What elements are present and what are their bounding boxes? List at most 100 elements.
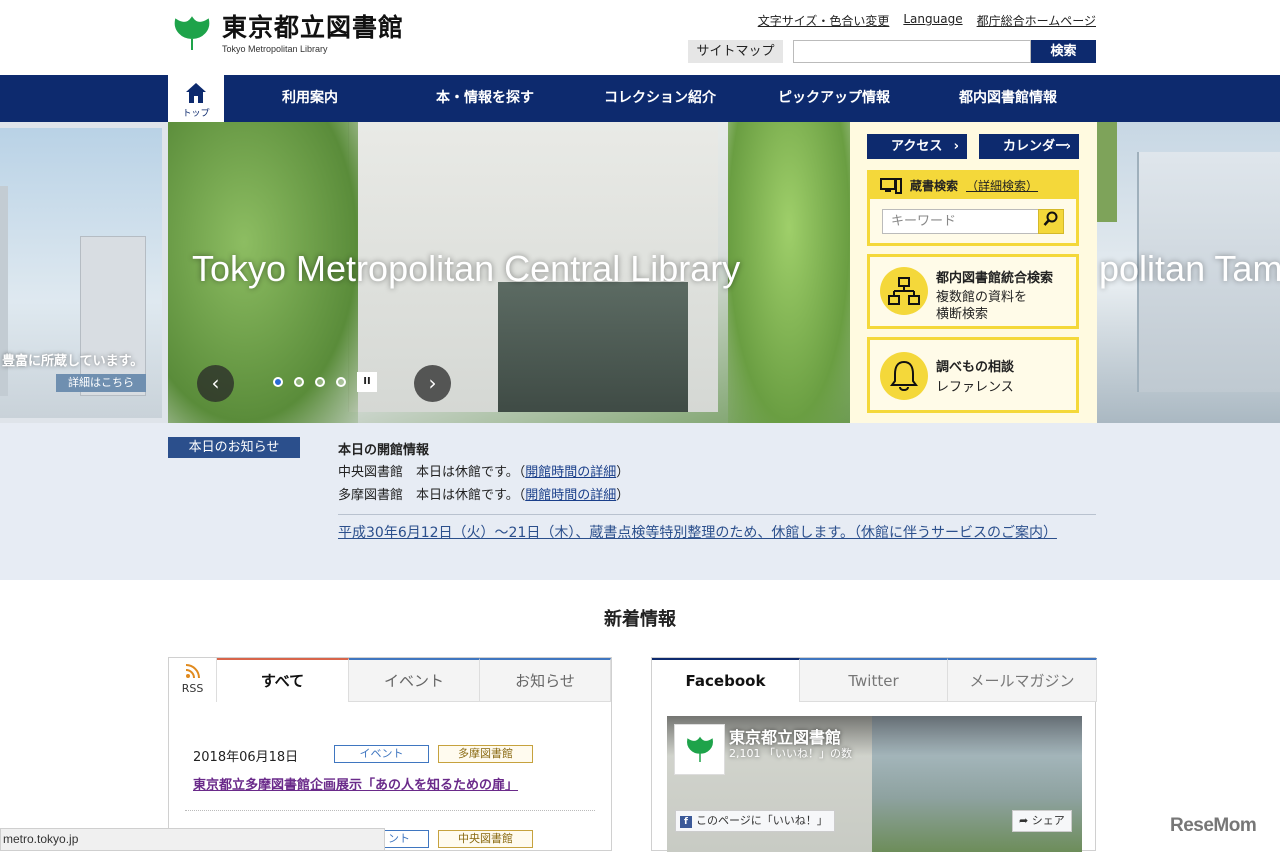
language-link[interactable]: Language [903,12,962,29]
tab-twitter[interactable]: Twitter [800,658,948,702]
logo-title: 東京都立図書館 [222,13,405,42]
library-tag: 中央図書館 [438,830,533,848]
rss-icon [185,664,200,679]
slide-title: Tokyo Metropolitan Central Library [192,248,741,289]
calendar-label: カレンダー [1003,139,1069,154]
social-panel: Facebook Twitter メールマガジン 東京都立図書館 2,101 「… [651,657,1097,852]
carousel-dot-3[interactable] [315,377,325,387]
reference-subtitle: レファレンス [936,380,1014,395]
news-tabs: RSS すべて イベント お知らせ [169,658,611,702]
nav-collections[interactable]: コレクション紹介 [590,75,730,122]
keyword-search-button[interactable] [1038,209,1064,234]
carousel-dot-1[interactable] [273,377,283,387]
facebook-share-label: シェア [1031,814,1065,827]
trees-right-image [728,122,850,423]
tree-image [1097,122,1117,222]
facebook-like-label: このページに「いいね！」 [696,814,828,827]
access-label: アクセス [891,139,943,154]
building-image [80,236,146,396]
left-slide-detail-button[interactable]: 詳細はこちら [56,374,146,392]
metro-gov-home-link[interactable]: 都庁総合ホームページ [977,12,1096,29]
facebook-share-button[interactable]: ➦ シェア [1012,810,1072,832]
integrated-search-box[interactable]: 都内図書館統合検索 複数館の資料を 横断検索 [867,254,1079,329]
catalog-search-box: 蔵書検索 （詳細検索） キーワード [867,170,1079,246]
paren: ） [616,465,630,480]
facebook-like-count: 2,101 「いいね！」の数 [729,747,852,760]
reference-title: 調べもの相談 [936,360,1015,375]
sitemap-link[interactable]: サイトマップ [688,40,783,63]
news-date: 2018年06月18日 [193,750,299,765]
tama-hours-link[interactable]: 開館時間の詳細 [525,488,616,503]
central-hours-link[interactable]: 開館時間の詳細 [525,465,616,480]
site-header: 東京都立図書館 Tokyo Metropolitan Library 文字サイズ… [0,0,1280,75]
network-icon [880,267,928,315]
advanced-search-link[interactable]: （詳細検索） [966,173,1038,199]
category-tag: イベント [334,745,429,763]
opening-info-heading: 本日の開館情報 [338,443,430,458]
rss-link[interactable]: RSS [169,658,217,702]
news-section-title: 新着情報 [604,609,676,630]
utility-links: 文字サイズ・色合い変更 Language 都庁総合ホームページ [758,12,1096,29]
ginkgo-leaf-icon [686,736,713,762]
carousel-pause-button[interactable]: II [357,372,377,392]
tab-facebook[interactable]: Facebook [652,658,800,702]
next-slide-title: politan Tam [1099,248,1280,289]
tab-notices[interactable]: お知らせ [480,658,611,702]
quick-access-panel: アクセス › カレンダー › 蔵書検索 （詳細検索） キーワード 都内図書館統合… [850,122,1097,423]
tab-events[interactable]: イベント [349,658,480,702]
tama-library-status: 多摩図書館 本日は休館です。（開館時間の詳細） [338,484,629,503]
tab-all[interactable]: すべて [217,658,349,702]
carousel-next-button[interactable]: › [414,365,451,402]
news-panel: RSS すべて イベント お知らせ 2018年06月18日 イベント 多摩図書館… [168,657,612,851]
today-notice-badge: 本日のお知らせ [168,437,300,458]
facebook-profile-logo [674,724,725,775]
resemom-watermark: ReseMom [1170,815,1257,836]
paren: ） [616,488,630,503]
chevron-right-icon: › [1065,139,1071,154]
site-logo[interactable]: 東京都立図書館 Tokyo Metropolitan Library [172,14,404,54]
global-nav: トップ 利用案内 本・情報を探す コレクション紹介 ピックアップ情報 都内図書館… [0,75,1280,122]
rss-label: RSS [181,682,204,695]
nav-home-label: トップ [182,109,210,119]
site-search-input[interactable] [793,40,1031,63]
facebook-icon: f [680,816,692,828]
tab-mail-magazine[interactable]: メールマガジン [948,658,1097,702]
carousel-prev-button[interactable]: ‹ [197,365,234,402]
keyword-input[interactable]: キーワード [882,209,1040,234]
tama-status-text: 多摩図書館 本日は休館です。（ [338,488,526,503]
carousel-next-preview: politan Tam [1097,122,1280,423]
facebook-page-plugin[interactable]: 東京都立図書館 2,101 「いいね！」の数 f このページに「いいね！」 ➦ シ… [667,716,1082,852]
hero-carousel: 豊富に所蔵しています。 詳細はこちら Tokyo Metropolitan Ce… [0,122,1280,423]
nav-tokyo-libraries[interactable]: 都内図書館情報 [942,75,1074,122]
nav-usage-guide[interactable]: 利用案内 [255,75,365,122]
text-size-color-link[interactable]: 文字サイズ・色合い変更 [758,12,890,29]
integrated-search-line2: 横断検索 [936,307,989,322]
closure-notice-link[interactable]: 平成30年6月12日（火）～21日（木）、蔵書点検等特別整理のため、休館します。… [338,522,1098,544]
nav-pickup[interactable]: ピックアップ情報 [764,75,904,122]
search-icon [1043,211,1058,226]
calendar-button[interactable]: カレンダー › [979,134,1079,159]
nav-find-books[interactable]: 本・情報を探す [420,75,550,122]
nav-home[interactable]: トップ [168,75,224,122]
catalog-search-title: 蔵書検索 [910,179,959,193]
carousel-dot-4[interactable] [336,377,346,387]
carousel-slide[interactable]: Tokyo Metropolitan Central Library ‹ II … [168,122,850,423]
left-slide-caption: 豊富に所蔵しています。 [2,354,144,369]
carousel-dot-2[interactable] [294,377,304,387]
site-search-button[interactable]: 検索 [1031,40,1096,63]
ginkgo-leaf-icon [174,16,210,50]
divider [185,810,595,811]
computer-icon [880,178,902,194]
bell-icon [880,352,928,400]
glass-entrance-image [498,282,688,412]
integrated-search-title: 都内図書館統合検索 [936,271,1054,286]
access-button[interactable]: アクセス › [867,134,967,159]
logo-subtitle: Tokyo Metropolitan Library [222,44,328,54]
central-status-text: 中央図書館 本日は休館です。（ [338,465,526,480]
facebook-like-button[interactable]: f このページに「いいね！」 [675,810,835,832]
reference-box[interactable]: 調べもの相談 レファレンス [867,337,1079,413]
browser-status-bar: metro.tokyo.jp [0,828,385,851]
divider [338,514,1096,515]
carousel-prev-preview: 豊富に所蔵しています。 詳細はこちら [0,128,162,418]
news-title-link[interactable]: 東京都立多摩図書館企画展示「あの人を知るための扉」 [193,774,518,793]
